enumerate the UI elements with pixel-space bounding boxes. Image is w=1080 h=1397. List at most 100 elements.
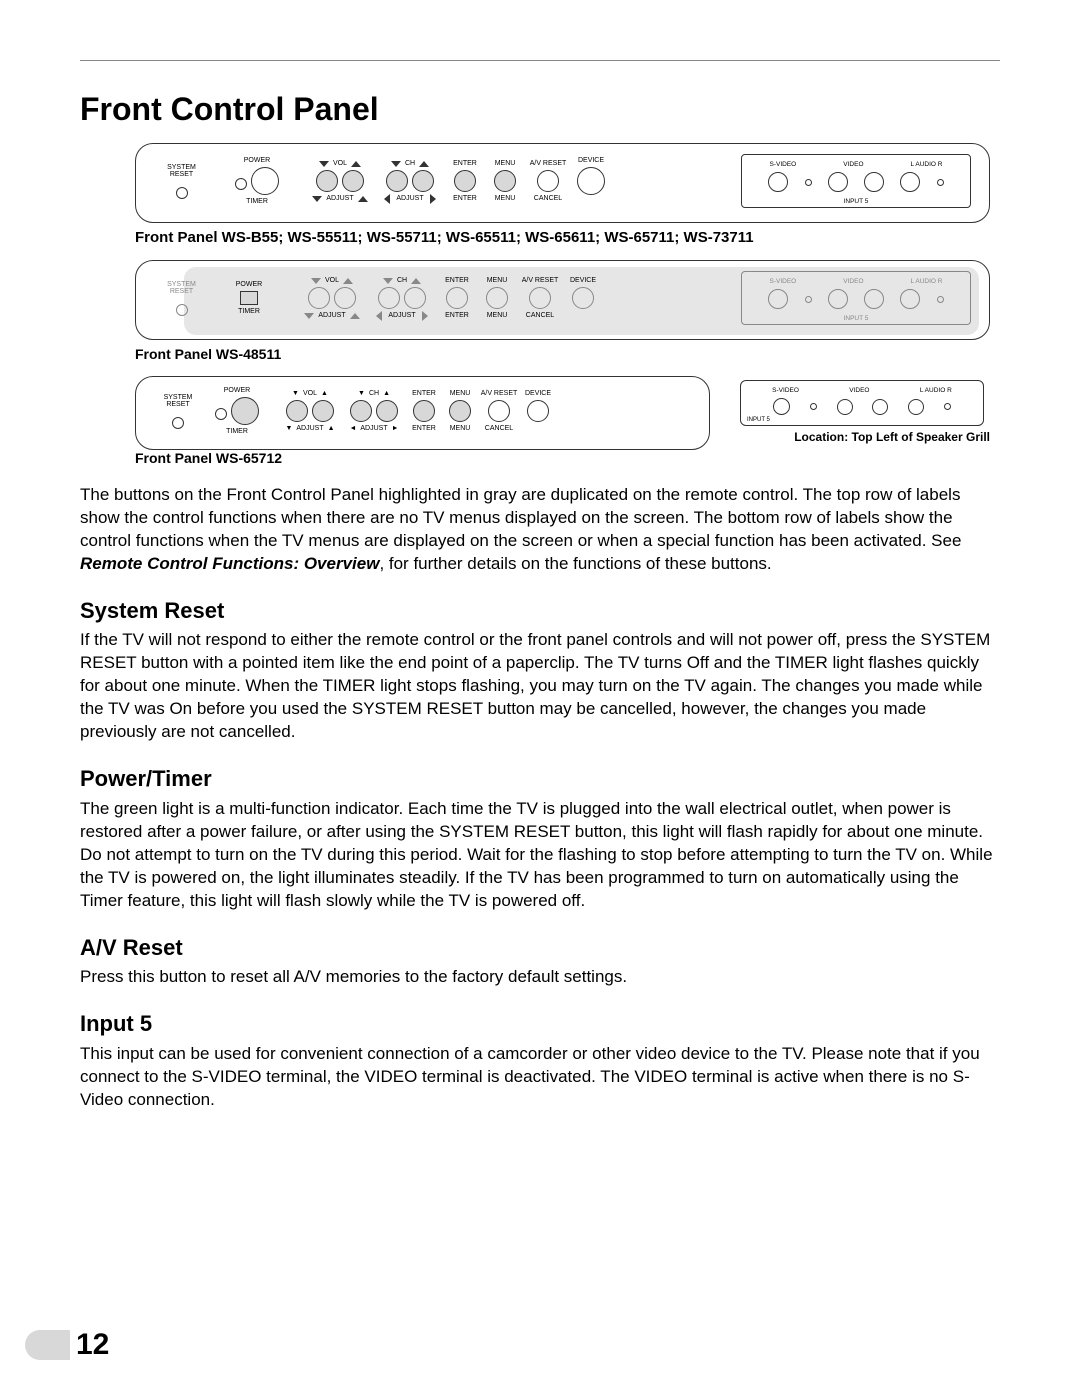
power-led-icon xyxy=(235,178,247,190)
ch-up-button[interactable] xyxy=(412,170,434,192)
video-label: VIDEO xyxy=(843,161,863,168)
ch-down-button-2[interactable] xyxy=(378,287,400,309)
system-reset-button-3[interactable] xyxy=(172,417,184,429)
svideo-label: S-VIDEO xyxy=(770,161,797,168)
device-button-2[interactable] xyxy=(572,287,594,309)
vol-down-button[interactable] xyxy=(316,170,338,192)
vol-up-button-3[interactable] xyxy=(312,400,334,422)
menu-button[interactable] xyxy=(494,170,516,192)
av-reset-label: A/V RESET xyxy=(530,160,567,167)
enter-button[interactable] xyxy=(454,170,476,192)
input5-label: INPUT 5 xyxy=(746,198,966,205)
audio-lr-label: L AUDIO R xyxy=(911,161,943,168)
vol-label-2: VOL xyxy=(325,277,339,284)
front-panel-diagram-2: SYSTEM RESET POWER TIMER VOL ADJUST CH A… xyxy=(135,260,990,340)
menu-label-3: MENU xyxy=(450,390,471,397)
device-button-3[interactable] xyxy=(527,400,549,422)
adjust-label-2b: ADJUST xyxy=(388,312,415,319)
av-reset-button[interactable] xyxy=(537,170,559,192)
vol-up-button-2[interactable] xyxy=(334,287,356,309)
enter-button-3[interactable] xyxy=(413,400,435,422)
power-button-3[interactable] xyxy=(231,397,259,425)
device-label-2: DEVICE xyxy=(570,277,596,284)
timer-label-2: TIMER xyxy=(238,308,260,315)
input-5-jack-panel: S-VIDEO VIDEO L AUDIO R INPUT 5 xyxy=(741,154,971,208)
adjust-label-2a: ADJUST xyxy=(318,312,345,319)
audio-l-jack[interactable] xyxy=(864,172,884,192)
ch-label-3: CH xyxy=(369,390,379,397)
menu-button-3[interactable] xyxy=(449,400,471,422)
audio-l-jack-3[interactable] xyxy=(872,399,888,415)
device-label: DEVICE xyxy=(578,157,604,164)
system-reset-label: SYSTEM RESET xyxy=(167,164,196,178)
av-reset-button-2[interactable] xyxy=(529,287,551,309)
ch-down-button[interactable] xyxy=(386,170,408,192)
adjust-label-3a: ADJUST xyxy=(296,425,323,432)
system-reset-label-3: SYSTEM RESET xyxy=(164,394,193,408)
audio-r-jack[interactable] xyxy=(900,172,920,192)
audio-r-jack-3[interactable] xyxy=(908,399,924,415)
enter-button-2[interactable] xyxy=(446,287,468,309)
av-reset-button-3[interactable] xyxy=(488,400,510,422)
location-caption: Location: Top Left of Speaker Grill xyxy=(740,430,990,444)
device-button[interactable] xyxy=(577,167,605,195)
panel-1-caption: Front Panel WS-B55; WS-55511; WS-55711; … xyxy=(135,229,1000,246)
svideo-jack-3[interactable] xyxy=(773,398,790,415)
video-jack-2[interactable] xyxy=(828,289,848,309)
page-title: Front Control Panel xyxy=(80,91,1000,128)
system-reset-label-2: SYSTEM RESET xyxy=(167,281,196,295)
vol-down-button-3[interactable] xyxy=(286,400,308,422)
vol-label: VOL xyxy=(333,160,347,167)
av-reset-label-2: A/V RESET xyxy=(522,277,559,284)
av-reset-text: Press this button to reset all A/V memor… xyxy=(80,966,1000,989)
audio-l-jack-2[interactable] xyxy=(864,289,884,309)
audio-r-jack-2[interactable] xyxy=(900,289,920,309)
av-reset-label-3: A/V RESET xyxy=(481,390,518,397)
video-jack[interactable] xyxy=(828,172,848,192)
menu-label-bot: MENU xyxy=(495,195,516,202)
page-number: 12 xyxy=(25,1328,109,1362)
power-label: POWER xyxy=(244,157,270,164)
front-panel-diagram-3: SYSTEM RESET POWER TIMER ▼VOL▲ ▼ADJUST▲ … xyxy=(135,376,710,450)
vol-label-3: VOL xyxy=(303,390,317,397)
remote-control-ref: Remote Control Functions: Overview xyxy=(80,554,379,573)
vol-down-button-2[interactable] xyxy=(308,287,330,309)
intro-paragraph: The buttons on the Front Control Panel h… xyxy=(80,484,1000,576)
power-label-3: POWER xyxy=(224,387,250,394)
menu-button-2[interactable] xyxy=(486,287,508,309)
input5-text: This input can be used for convenient co… xyxy=(80,1043,1000,1112)
input-5-jack-panel-2: S-VIDEO VIDEO L AUDIO R INPUT 5 xyxy=(741,271,971,325)
power-timer-heading: Power/Timer xyxy=(80,764,1000,794)
ch-up-button-2[interactable] xyxy=(404,287,426,309)
adjust-label-2: ADJUST xyxy=(396,195,423,202)
timer-label-3: TIMER xyxy=(226,428,248,435)
cancel-label: CANCEL xyxy=(534,195,562,202)
device-label-3: DEVICE xyxy=(525,390,551,397)
enter-label-2: ENTER xyxy=(445,277,469,284)
menu-label-top: MENU xyxy=(495,160,516,167)
menu-label-2: MENU xyxy=(487,277,508,284)
panel-2-caption: Front Panel WS-48511 xyxy=(135,346,1000,362)
system-reset-heading: System Reset xyxy=(80,596,1000,626)
power-label-2: POWER xyxy=(236,281,262,288)
power-button[interactable] xyxy=(251,167,279,195)
video-jack-3[interactable] xyxy=(837,399,853,415)
front-panel-diagram-1: SYSTEM RESET POWER TIMER VOL ADJUST xyxy=(135,143,990,223)
system-reset-button[interactable] xyxy=(176,187,188,199)
adjust-label-3b: ADJUST xyxy=(360,425,387,432)
input-5-jack-panel-3: S-VIDEO VIDEO L AUDIO R INPUT 5 xyxy=(740,380,984,426)
enter-label-bot: ENTER xyxy=(453,195,477,202)
svideo-jack-2[interactable] xyxy=(768,289,788,309)
ch-label: CH xyxy=(405,160,415,167)
system-reset-button-2[interactable] xyxy=(176,304,188,316)
timer-label: TIMER xyxy=(246,198,268,205)
ch-label-2: CH xyxy=(397,277,407,284)
ch-down-button-3[interactable] xyxy=(350,400,372,422)
panel-3-caption: Front Panel WS-65712 xyxy=(135,450,1000,466)
power-button-2[interactable] xyxy=(240,291,258,305)
adjust-label-1: ADJUST xyxy=(326,195,353,202)
power-timer-text: The green light is a multi-function indi… xyxy=(80,798,1000,913)
svideo-jack[interactable] xyxy=(768,172,788,192)
vol-up-button[interactable] xyxy=(342,170,364,192)
ch-up-button-3[interactable] xyxy=(376,400,398,422)
